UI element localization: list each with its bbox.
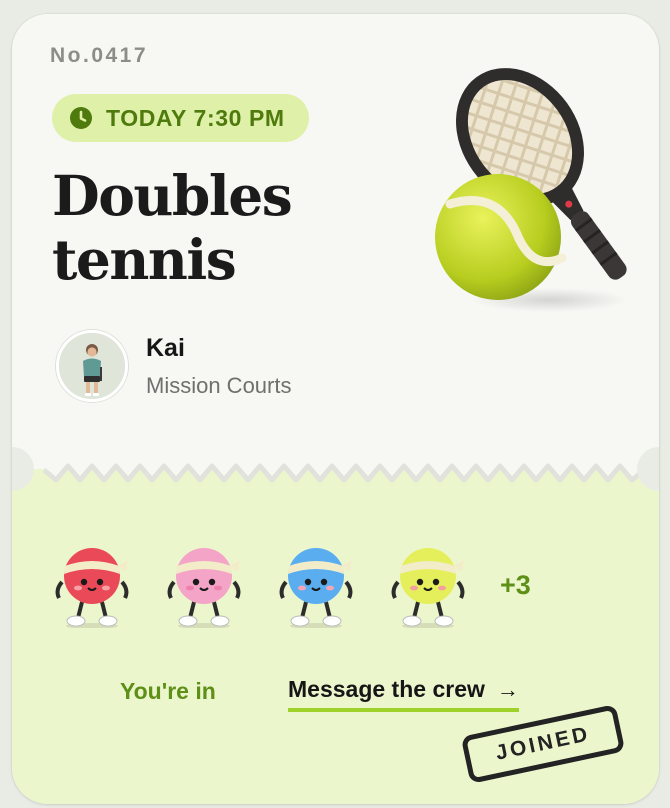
ticket-perforation [12,444,659,494]
yellow-ball-mascot-icon[interactable] [388,542,468,628]
host-name: Kai [146,333,185,362]
joined-stamp-text: JOINED [493,722,593,765]
avatar[interactable] [56,330,128,402]
time-pill: TODAY 7:30 PM [52,94,309,142]
crew-avatars: +3 [52,542,531,628]
event-title: Doubles tennis [52,164,382,292]
rsvp-status: You're in [120,678,216,704]
person-icon [59,333,125,399]
tennis-racket-and-ball-icon [435,68,628,312]
host-location: Mission Courts [146,372,292,398]
ticket-top-section: No.0417 TODAY 7:30 PM Doubles tennis Kai… [12,14,659,474]
blue-ball-mascot-icon[interactable] [276,542,356,628]
message-crew-link[interactable]: Message the crew → [288,676,519,712]
host-info: Kai Mission Courts [56,330,291,402]
more-players-count[interactable]: +3 [500,570,531,601]
crew-section: +3 You're in Message the crew → JOINED [12,492,659,804]
host-details: Kai Mission Courts [146,334,291,399]
event-title-line-1: Doubles [52,163,293,228]
event-ticket-card: No.0417 TODAY 7:30 PM Doubles tennis Kai… [12,14,659,804]
event-title-line-2: tennis [52,227,237,292]
red-ball-mascot-icon[interactable] [52,542,132,628]
ticket-number: No.0417 [50,44,149,67]
joined-stamp: JOINED [460,704,626,784]
time-label: TODAY 7:30 PM [106,104,285,131]
message-crew-label: Message the crew [288,676,485,702]
clock-icon [70,107,92,129]
arrow-right-icon: → [496,676,519,702]
pink-ball-mascot-icon[interactable] [164,542,244,628]
